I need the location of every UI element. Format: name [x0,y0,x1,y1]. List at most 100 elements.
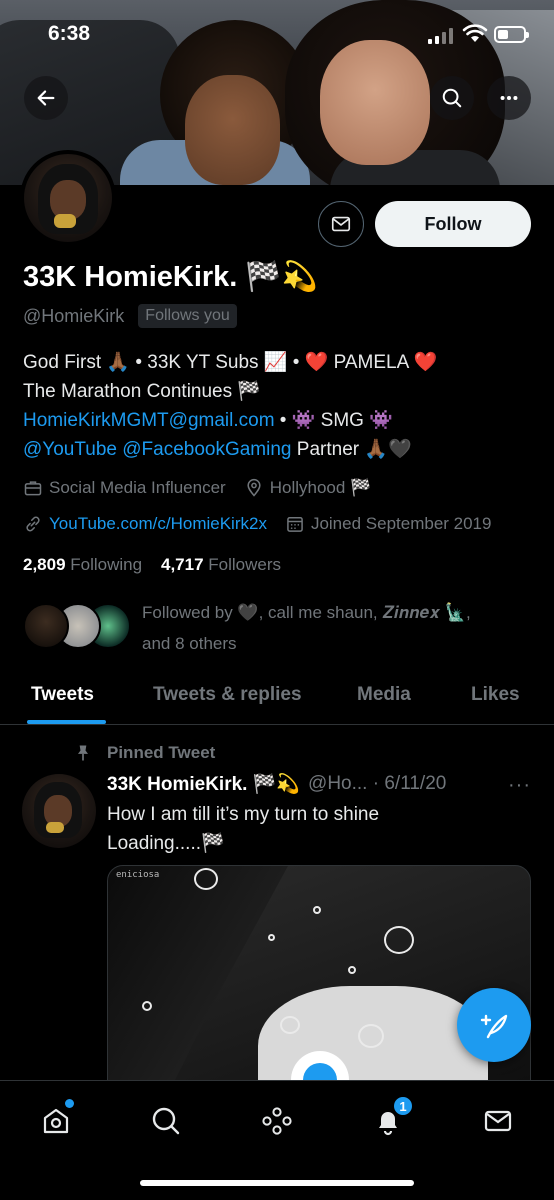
message-button[interactable] [318,201,364,247]
media-watermark: eniciosa [116,870,160,880]
more-horizontal-icon [500,95,518,101]
follower-avatar [23,603,69,649]
profile-tabs: Tweets Tweets & replies Media Likes [0,668,554,725]
follow-counts: 2,809 Following 4,717 Followers [23,555,281,575]
joined-text: Joined September 2019 [310,514,492,533]
handle-row: @HomieKirk Follows you [23,304,237,328]
email-link[interactable]: HomieKirkMGMT@gmail.com [23,410,275,431]
followers-label: Followers [208,555,282,574]
tweet-media-video[interactable]: eniciosa [107,865,531,1105]
status-bar: 6:38 [0,0,554,70]
avatar-hand [54,214,76,228]
nav-spaces[interactable] [257,1101,297,1141]
bio-text: • 👾 SMG 👾 [274,410,393,431]
following-count: 2,809 [23,555,66,574]
banner-person-face [185,75,280,185]
profile-bio: God First 🙏🏾 • 33K YT Subs 📈 • ❤️ PAMELA… [23,348,533,464]
bubble-shape [313,906,321,914]
website-link[interactable]: YouTube.com/c/HomieKirk2x [49,514,267,534]
followed-by[interactable]: Followed by 🖤, call me shaun, 𝒁𝒊𝒏𝒏𝒆𝒙 🗽, … [23,597,543,657]
profile-avatar[interactable] [20,150,116,246]
category-item: Social Media Influencer [23,478,226,498]
bubble-shape [384,926,414,954]
category-text: Social Media Influencer [49,478,226,497]
tab-tweets[interactable]: Tweets [31,684,94,706]
search-icon [442,88,462,108]
home-unread-dot [65,1099,74,1108]
tab-media[interactable]: Media [357,684,411,706]
cellular-signal-icon [428,28,453,44]
pin-icon [78,745,88,761]
bubble-shape [268,934,275,941]
avatar-hand [46,822,64,833]
pinned-text: Pinned Tweet [107,743,216,762]
nav-home[interactable] [36,1099,76,1141]
bio-line: HomieKirkMGMT@gmail.com • 👾 SMG 👾 [23,406,533,435]
followed-by-text: Followed by 🖤, call me shaun, 𝒁𝒊𝒏𝒏𝒆𝒙 🗽, … [142,597,471,659]
nav-search[interactable] [146,1101,186,1141]
tweet-author-meta: @Ho... · 6/11/20 [308,773,447,794]
tab-tweets-and-replies[interactable]: Tweets & replies [153,684,302,706]
bubble-shape [194,868,218,890]
home-indicator [140,1180,414,1186]
bio-line: God First 🙏🏾 • 33K YT Subs 📈 • ❤️ PAMELA… [23,348,533,377]
bio-line: The Marathon Continues 🏁 [23,377,533,406]
location-pin-icon [247,478,261,497]
profile-meta: YouTube.com/c/HomieKirk2x Joined Septemb… [23,514,509,534]
tweet-author-name[interactable]: 33K HomieKirk. 🏁💫 [107,772,300,796]
envelope-icon [484,1110,512,1132]
following-label: Following [70,555,143,574]
briefcase-icon [24,481,42,496]
follows-you-badge: Follows you [138,304,237,328]
spaces-icon [262,1107,292,1135]
compose-tweet-button[interactable] [457,988,531,1062]
tweet-more-button[interactable]: ··· [508,774,531,797]
user-handle: @HomieKirk [23,305,125,326]
notification-badge: 1 [392,1095,414,1117]
back-button[interactable] [24,76,68,120]
display-name: 33K HomieKirk. 🏁💫 [23,261,318,293]
compose-feather-icon [480,1014,508,1039]
tweet-header: 33K HomieKirk. 🏁💫 @Ho... · 6/11/20 [107,772,446,796]
profile-meta: Social Media Influencer Hollyhood 🏁 [23,478,389,498]
location-text: Hollyhood 🏁 [269,478,372,497]
envelope-icon [331,216,351,232]
followers-count-link[interactable]: 4,717 Followers [161,555,281,574]
following-count-link[interactable]: 2,809 Following [23,555,142,574]
website-item[interactable]: YouTube.com/c/HomieKirk2x [23,514,267,534]
tweet-text: How I am till it’s my turn to shine Load… [107,800,379,858]
pinned-tweet-label: Pinned Tweet [73,743,215,763]
bio-text: The Marathon Continues 🏁 [23,381,262,402]
search-button[interactable] [430,76,474,120]
bubble-shape [280,1016,300,1034]
followers-count: 4,717 [161,555,204,574]
nav-messages[interactable] [478,1101,518,1141]
bio-line: @YouTube @FacebookGaming Partner 🙏🏾🖤 [23,435,533,464]
wifi-icon [462,24,488,42]
calendar-icon [287,517,303,532]
bubble-shape [358,1024,384,1048]
tweet-avatar[interactable] [22,774,96,848]
mention-link[interactable]: @YouTube [23,439,117,460]
status-time: 6:38 [48,22,91,45]
more-options-button[interactable] [487,76,531,120]
tab-likes[interactable]: Likes [471,684,520,706]
link-icon [26,516,40,532]
tweet-text-line: Loading.....🏁 [107,833,225,854]
followed-by-line: and 8 others [142,634,237,653]
bubble-shape [348,966,356,974]
location-item: Hollyhood 🏁 [244,478,372,498]
mention-link[interactable]: @FacebookGaming [122,439,291,460]
followed-by-line: Followed by 🖤, call me shaun, 𝒁𝒊𝒏𝒏𝒆𝒙 🗽, [142,603,471,622]
bio-text: Partner 🙏🏾🖤 [291,439,412,460]
battery-icon [494,26,529,43]
tweet-text-line: How I am till it’s my turn to shine [107,804,380,825]
arrow-left-icon [37,90,55,106]
nav-notifications[interactable]: 1 [368,1095,414,1141]
active-tab-indicator [27,720,106,724]
search-icon [152,1107,180,1135]
home-icon [43,1108,69,1134]
bubble-shape [142,1001,152,1011]
joined-item: Joined September 2019 [285,514,492,534]
follow-button[interactable]: Follow [375,201,531,247]
